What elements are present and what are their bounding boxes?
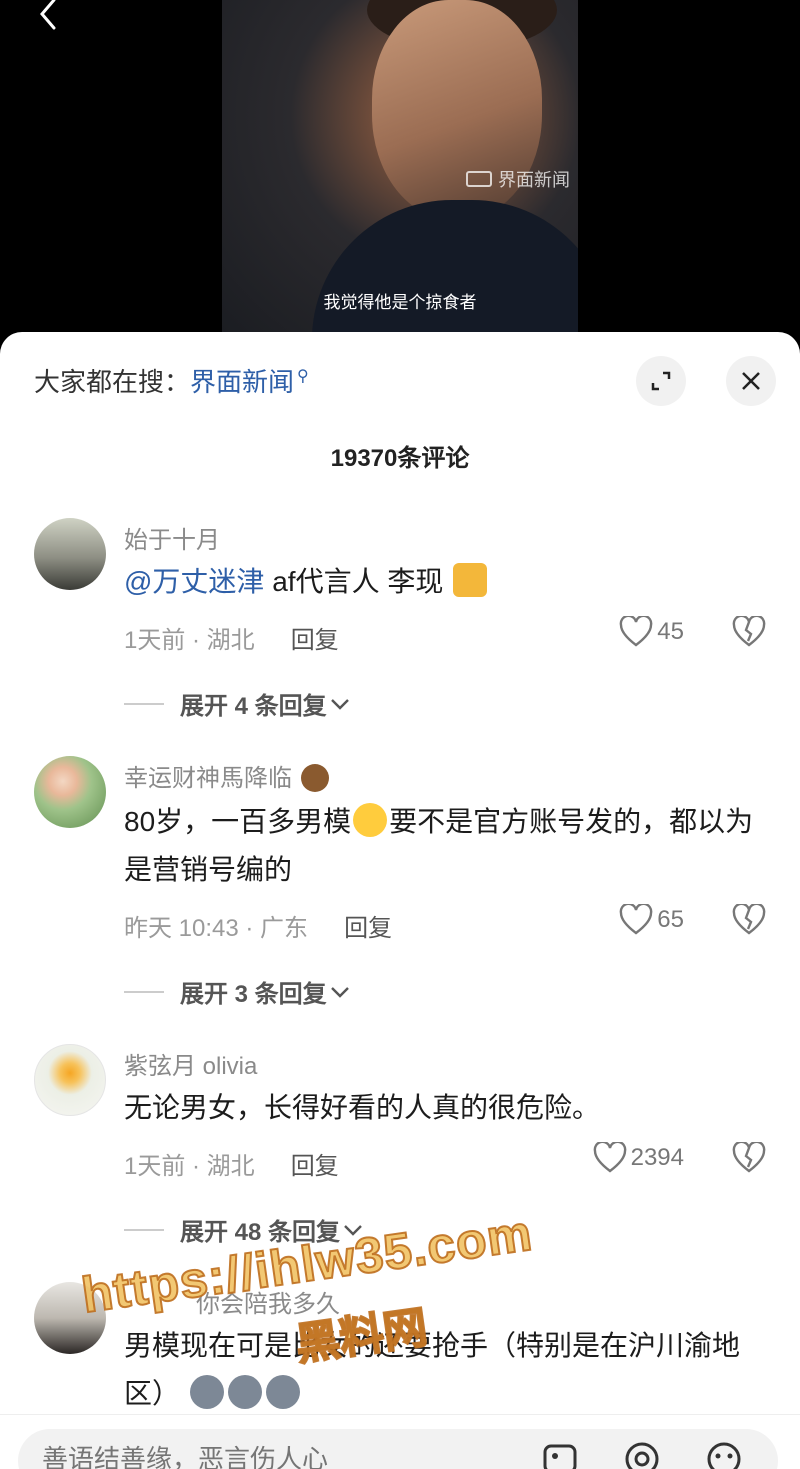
chevron-left-icon [40,0,56,30]
comment-text: 80岁，一百多男模 要不是官方账号发的，都以为是营销号编的 [124,798,764,894]
avatar[interactable] [34,518,106,590]
cat-emoji-icon [453,563,488,597]
comment-meta: 1天前 · 湖北 回复 [124,620,339,655]
dislike-button[interactable] [732,614,766,653]
husky-emoji-icon [265,1375,300,1409]
comment-meta: 昨天 10:43 · 广东 回复 [124,908,392,943]
comment-username[interactable]: 幸运财神馬降临 [124,758,331,793]
comment-text: @万丈迷津 af代言人 李现 [124,558,764,606]
video-frame: 界面新闻 我觉得他是个掠食者 [222,0,578,332]
comment-text: 无论男女，长得好看的人真的很危险。 [124,1092,601,1123]
expand-replies-button[interactable]: 展开 4 条回复 [124,686,351,721]
horse-emoji-icon [300,764,329,792]
like-count: 2394 [630,1144,684,1171]
comment-input-bar [0,1414,800,1469]
avatar[interactable] [34,756,106,828]
chevron-down-icon [330,986,349,998]
reply-button[interactable]: 回复 [291,620,339,655]
broken-heart-icon [732,902,766,935]
comment-input-field[interactable] [18,1429,778,1469]
mention-link[interactable]: @万丈迷津 [124,566,264,597]
trending-search[interactable]: 大家都在搜： 界面新闻 ⚲ [34,362,309,399]
video-subtitle: 我觉得他是个掠食者 [323,293,477,312]
reply-button[interactable]: 回复 [291,1146,339,1181]
news-logo-icon [466,171,492,187]
emoji-icon[interactable] [704,1439,744,1469]
like-count: 65 [657,906,684,933]
like-button[interactable]: 2394 [593,1142,684,1174]
husky-emoji-icon [189,1375,224,1409]
avatar[interactable] [34,1044,106,1116]
heart-icon [619,904,653,935]
image-icon[interactable] [540,1439,580,1469]
close-button[interactable] [726,356,776,406]
like-button[interactable]: 65 [619,904,684,936]
chevron-down-icon [330,698,349,710]
like-button[interactable]: 45 [619,616,684,648]
search-term-link[interactable]: 界面新闻 [190,362,294,399]
dislike-button[interactable] [732,902,766,941]
pleading-face-emoji-icon [353,803,388,837]
broken-heart-icon [732,1140,766,1173]
reply-button[interactable]: 回复 [344,908,392,943]
expand-icon [651,371,671,391]
comment-meta: 1天前 · 湖北 回复 [124,1146,339,1181]
at-mention-icon[interactable] [622,1439,662,1469]
husky-emoji-icon [227,1375,262,1409]
back-button[interactable] [30,0,70,34]
search-icon: ⚲ [297,367,309,385]
heart-icon [593,1142,626,1173]
expand-replies-button[interactable]: 展开 3 条回复 [124,974,351,1009]
heart-icon [619,616,653,647]
expand-button[interactable] [636,356,686,406]
like-count: 45 [657,618,684,645]
close-icon [742,372,760,390]
broken-heart-icon [732,614,766,647]
dislike-button[interactable] [732,1140,766,1179]
video-player[interactable]: 界面新闻 我觉得他是个掠食者 [0,0,800,340]
comment-username[interactable]: 始于十月 [124,520,220,555]
video-watermark: 界面新闻 [466,166,570,192]
comment-username[interactable]: 紫弦月 olivia [124,1046,257,1081]
comment-input[interactable] [42,1439,502,1469]
comment-count: 19370条评论 [330,445,470,472]
comment-text: 男模现在可是比女的还要抢手（特别是在沪川渝地区） [124,1330,741,1409]
